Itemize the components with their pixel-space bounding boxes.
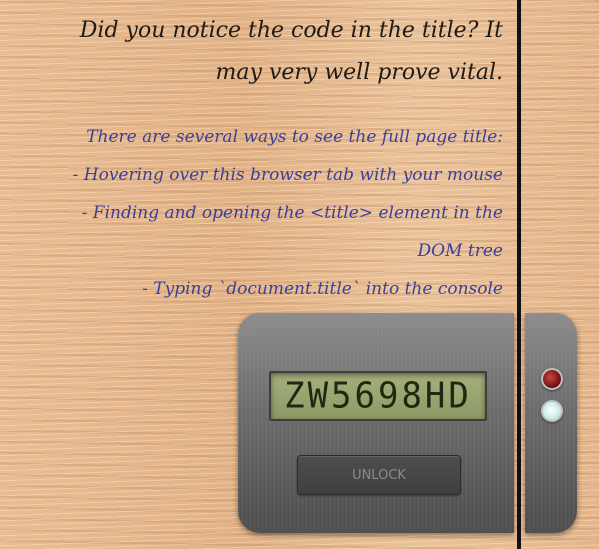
white-led-icon: [541, 400, 563, 422]
intro-heading-line-2: may very well prove vital.: [215, 60, 503, 85]
hint-line-console: - Typing `document.title` into the conso…: [142, 279, 503, 299]
lock-status-panel: [525, 313, 577, 533]
hint-list: There are several ways to see the full p…: [3, 118, 503, 308]
hint-line-dom-cont: DOM tree: [417, 241, 503, 261]
hint-line-dom: - Finding and opening the <title> elemen…: [81, 203, 503, 223]
intro-heading-line-1: Did you notice the code in the title? It: [79, 18, 503, 43]
intro-heading: Did you notice the code in the title? It…: [23, 10, 503, 94]
hint-line-intro: There are several ways to see the full p…: [86, 127, 503, 147]
unlock-button[interactable]: UNLOCK: [297, 455, 461, 495]
code-display: ZW5698HD: [269, 371, 487, 421]
hint-line-hover: - Hovering over this browser tab with yo…: [72, 165, 503, 185]
code-display-text: ZW5698HD: [284, 375, 472, 417]
lock-panel: ZW5698HD UNLOCK: [238, 313, 514, 533]
red-led-icon: [541, 368, 563, 390]
door-divider: [517, 0, 521, 549]
